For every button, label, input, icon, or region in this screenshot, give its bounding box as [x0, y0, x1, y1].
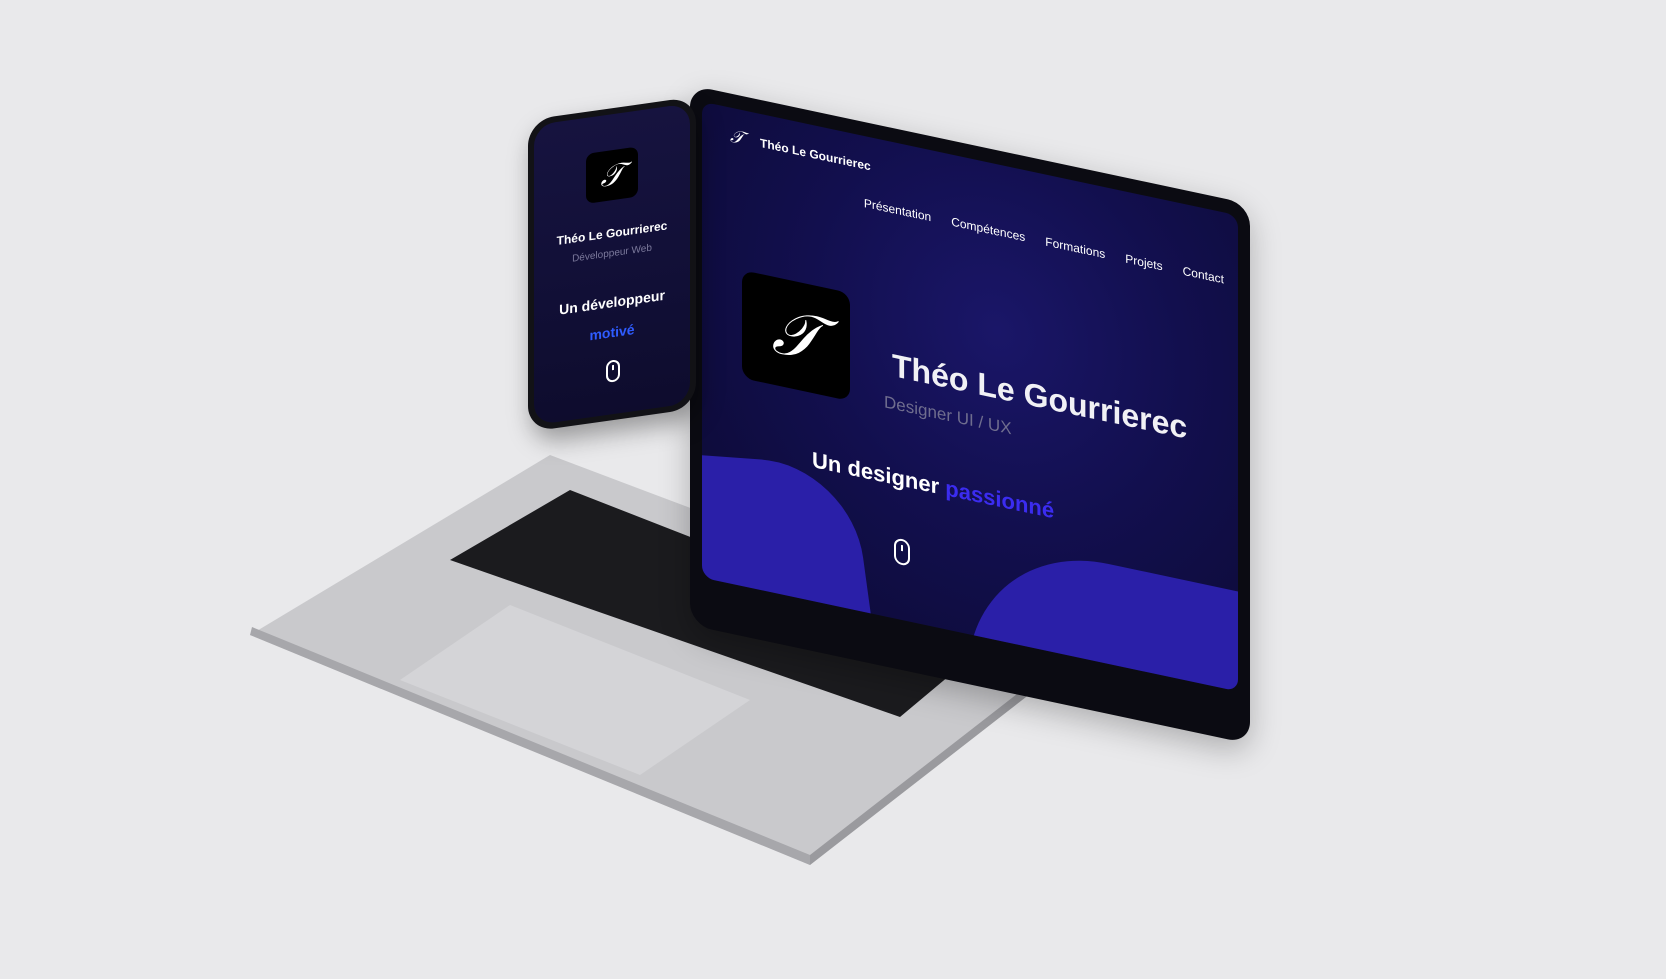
hero-tagline: Un designer passionné [812, 447, 1054, 524]
nav-item-presentation[interactable]: Présentation [864, 196, 931, 224]
nav-item-contact[interactable]: Contact [1183, 264, 1224, 287]
hero-tagline-accent: passionné [945, 475, 1055, 524]
hero-name: Théo Le Gourrierec [892, 346, 1188, 446]
laptop-website: 𝒯 Théo Le Gourrierec Présentation Compét… [702, 101, 1238, 692]
nav-logo-icon[interactable]: 𝒯 [730, 126, 744, 150]
hero-logo-glyph: 𝒯 [771, 293, 821, 378]
phone-device: 𝒯 Théo Le Gourrierec Développeur Web Un … [528, 96, 696, 433]
hero-tagline-lead: Un designer [812, 446, 940, 499]
nav-item-competences[interactable]: Compétences [951, 215, 1025, 245]
decorative-wave-right [968, 534, 1238, 692]
scroll-mouse-icon[interactable] [894, 537, 910, 567]
device-mockup-scene: 𝒯 Théo Le Gourrierec Présentation Compét… [0, 0, 1666, 979]
nav-site-name[interactable]: Théo Le Gourrierec [760, 136, 871, 174]
nav-item-projets[interactable]: Projets [1125, 252, 1162, 274]
main-navigation: Présentation Compétences Formations Proj… [864, 196, 1224, 287]
phone-logo: 𝒯 [586, 146, 638, 204]
phone-scroll-mouse-icon[interactable] [606, 359, 620, 384]
hero-logo: 𝒯 [742, 270, 850, 402]
phone-logo-glyph: 𝒯 [600, 156, 624, 195]
phone-website: 𝒯 Théo Le Gourrierec Développeur Web Un … [534, 103, 690, 426]
nav-item-formations[interactable]: Formations [1045, 235, 1105, 262]
phone-tagline-line2: motivé [589, 321, 635, 344]
